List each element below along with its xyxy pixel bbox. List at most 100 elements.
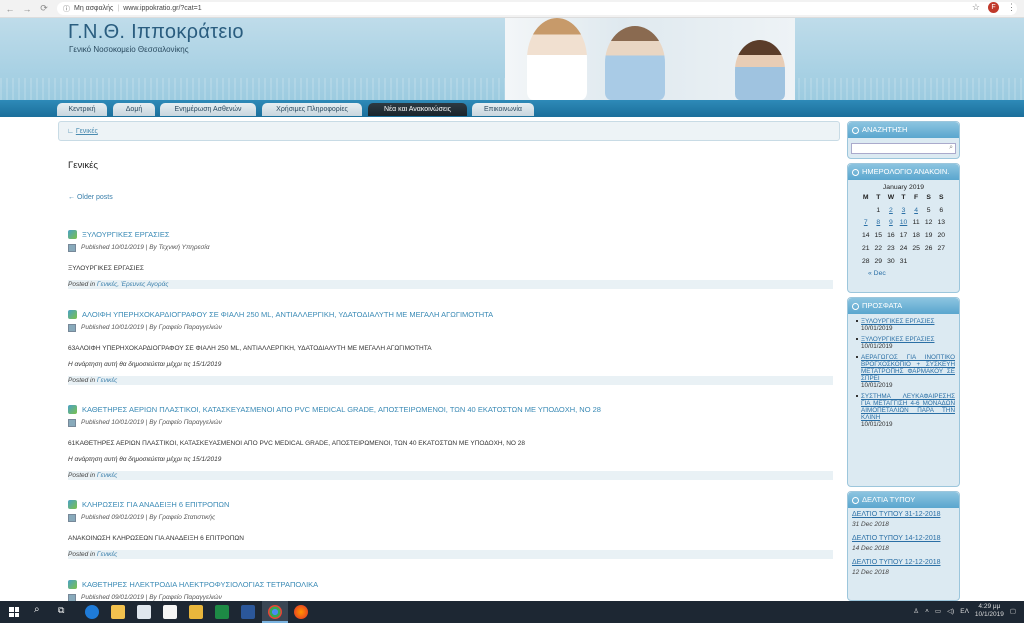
chrome-icon[interactable] [268,605,282,619]
post-categories[interactable]: Γενικές [97,472,117,479]
menu-item-contact[interactable]: Επικοινωνία [472,103,534,116]
calendar-icon [68,243,76,252]
store-icon[interactable] [163,605,177,619]
recent-item-date: 10/01/2019 [861,325,893,332]
calendar-day: 14 [861,232,870,240]
calendar-day: 11 [912,219,920,227]
post-icon [68,499,77,509]
press-item: ΔΕΛΤΙΟ ΤΥΠΟΥ 14-12-2018 14 Dec 2018 [848,532,959,556]
calendar-day: 27 [937,245,946,253]
calendar-day [910,255,923,268]
recent-item-link[interactable]: ΑΕΡΑΓΩΓΟΣ ΓΙΑ ΙΝΟΠΤΙΚΟ ΒΡΟΓΧΟΣΚΟΠΙΟ + ΣΥ… [861,354,955,382]
bookmark-star-icon[interactable]: ☆ [972,2,980,13]
notifications-icon[interactable]: ▢ [1010,607,1016,615]
language-indicator[interactable]: ΕΛ [960,608,969,615]
info-icon[interactable]: ⓘ [63,4,70,14]
word-icon[interactable] [241,605,255,619]
post-title[interactable]: ΚΑΘΕΤΗΡΕΣ ΗΛΕΚΤΡΟΔΙΑ ΗΛΕΚΤΡΟΦΥΣΙΟΛΟΓΙΑΣ … [82,580,318,589]
recent-widget-title: ΠΡΟΣΦΑΤΑ [862,301,903,310]
posted-in-label: Posted in [68,551,96,558]
calendar-day-link[interactable]: 10 [897,217,910,230]
menu-item-patient-info[interactable]: Ενημέρωση Ασθενών [160,103,256,116]
main-content: ∟ Γενικές Γενικές ← Older posts ΞΥΛΟΥΡΓΙ… [0,117,1024,602]
windows-start-icon[interactable] [9,607,19,617]
post-item: ΚΛΗΡΩΣΕΙΣ ΓΙΑ ΑΝΑΔΕΙΞΗ 6 ΕΠΙΤΡΟΠΩΝ Publi… [68,499,833,559]
calendar-weekday: M [862,193,869,201]
post-title[interactable]: ΚΛΗΡΩΣΕΙΣ ΓΙΑ ΑΝΑΔΕΙΞΗ 6 ΕΠΙΤΡΟΠΩΝ [82,500,229,509]
calendar-day-link[interactable]: 8 [872,217,885,230]
press-item-link[interactable]: ΔΕΛΤΙΟ ΤΥΠΟΥ 14-12-2018 [852,534,955,544]
widget-bullet-icon [852,302,859,310]
browser-toolbar: ← → ⟳ ⓘ Μη ασφαλής | www.ippokratio.gr/?… [0,0,1024,18]
posted-in-label: Posted in [68,472,96,479]
clock-date: 10/1/2019 [974,611,1004,618]
main-menu: Κεντρική Δομή Ενημέρωση Ασθενών Χρήσιμες… [0,100,1024,117]
post-title[interactable]: ΞΥΛΟΥΡΓΙΚΕΣ ΕΡΓΑΣΙΕΣ [82,230,170,239]
calendar-day-link[interactable]: 3 [897,204,910,217]
edge-icon[interactable] [85,605,99,619]
volume-icon[interactable]: ◁) [947,607,954,615]
address-bar[interactable]: ⓘ Μη ασφαλής | www.ippokratio.gr/?cat=1 [57,2,1017,15]
url-text: www.ippokratio.gr/?cat=1 [123,5,202,12]
reload-icon[interactable]: ⟳ [37,3,51,14]
post-item: ΞΥΛΟΥΡΓΙΚΕΣ ΕΡΓΑΣΙΕΣ Published 10/01/201… [68,229,833,289]
search-icon[interactable]: ⌕ [949,144,953,152]
recent-item-link[interactable]: ΞΥΛΟΥΡΓΙΚΕΣ ΕΡΓΑΣΙΕΣ [861,336,955,343]
older-posts-link[interactable]: ← Older posts [68,194,113,201]
recent-item-link[interactable]: ΞΥΛΟΥΡΓΙΚΕΣ ΕΡΓΑΣΙΕΣ [861,318,955,325]
file-explorer-icon[interactable] [111,605,125,619]
post-icon [68,309,77,319]
back-icon[interactable]: ← [3,4,17,14]
post-categories[interactable]: Γενικές [97,551,117,558]
site-title[interactable]: Γ.Ν.Θ. Ιπποκράτειο [68,21,244,44]
search-input[interactable]: ⌕ [851,143,956,154]
mail-icon[interactable] [137,605,151,619]
post-item: ΚΑΘΕΤΗΡΕΣ ΗΛΕΚΤΡΟΔΙΑ ΗΛΕΚΤΡΟΦΥΣΙΟΛΟΓΙΑΣ … [68,579,833,602]
menu-item-useful-info[interactable]: Χρήσιμες Πληροφορίες [262,103,362,116]
recent-item-link[interactable]: ΣΥΣΤΗΜΑ ΛΕΥΚΑΦΑΙΡΕΣΗΣ ΓΙΑ ΜΕΤΑΓΓΙΣΗ 4-6 … [861,393,955,421]
calendar-prev-link[interactable]: « Dec [848,268,959,277]
firefox-icon[interactable] [294,605,308,619]
people-icon[interactable]: ♙ [913,607,919,615]
calendar-widget-title: ΗΜΕΡΟΛΟΓΙΟ ΑΝΑΚΟΙΝ. [862,167,950,176]
post-title[interactable]: ΚΑΘΕΤΗΡΕΣ ΑΕΡΙΩΝ ΠΛΑΣΤΙΚΟΙ, ΚΑΤΑΣΚΕΥΑΣΜΕ… [82,405,601,414]
calendar-day-link[interactable]: 4 [910,204,923,217]
calendar-day: 18 [912,232,920,240]
menu-dots-icon[interactable]: ⋮ [1007,2,1016,13]
chevron-up-icon[interactable]: ˄ [925,608,929,615]
calendar: January 2019 MTWTFSS 1 2 3 4 5 6 7 8 9 10 11 12 13 14… [848,180,959,277]
recent-item-date: 10/01/2019 [861,343,893,350]
calendar-day-link[interactable]: 2 [885,204,898,217]
press-item-link[interactable]: ΔΕΛΤΙΟ ΤΥΠΟΥ 12-12-2018 [852,558,955,568]
calendar-day-link[interactable]: 9 [885,217,898,230]
calendar-day: 30 [887,257,895,265]
header-photo [505,18,795,100]
search-icon[interactable]: ⌕ [34,604,40,615]
calendar-day-link[interactable]: 7 [859,217,872,230]
menu-item-home[interactable]: Κεντρική [57,103,107,116]
menu-item-news[interactable]: Νέα και Ανακοινώσεις [368,103,467,116]
menu-item-structure[interactable]: Δομή [113,103,155,116]
posted-in-label: Posted in [68,377,96,384]
task-view-icon[interactable]: ⧉ [58,605,64,616]
breadcrumb-link[interactable]: Γενικές [76,128,98,135]
post-item: ΚΑΘΕΤΗΡΕΣ ΑΕΡΙΩΝ ΠΛΑΣΤΙΚΟΙ, ΚΑΤΑΣΚΕΥΑΣΜΕ… [68,404,833,480]
post-excerpt: ΞΥΛΟΥΡΓΙΚΕΣ ΕΡΓΑΣΙΕΣ [68,265,144,272]
folder-icon[interactable] [189,605,203,619]
post-categories[interactable]: Γενικές, Έρευνες Αγοράς [97,281,169,288]
post-item: ΑΛΟΙΦΗ ΥΠΕΡΗΧΟΚΑΡΔΙΟΓΡΑΦΟΥ ΣΕ ΦΙΑΛΗ 250 … [68,309,833,385]
excel-icon[interactable] [215,605,229,619]
post-published: Published 10/01/2019 [81,419,144,426]
network-icon[interactable]: ▭ [935,607,941,615]
post-title[interactable]: ΑΛΟΙΦΗ ΥΠΕΡΗΧΟΚΑΡΔΙΟΓΡΑΦΟΥ ΣΕ ΦΙΑΛΗ 250 … [82,310,493,319]
post-categories[interactable]: Γενικές [97,377,117,384]
recent-item-date: 10/01/2019 [861,382,893,389]
calendar-day: 31 [899,257,908,265]
press-item-link[interactable]: ΔΕΛΤΙΟ ΤΥΠΟΥ 31-12-2018 [852,510,955,520]
search-widget: ΑΝΑΖΗΤΗΣΗ ⌕ [847,121,960,159]
calendar-weekday: S [939,193,944,201]
profile-avatar[interactable]: F [988,2,999,13]
forward-icon[interactable]: → [20,4,34,14]
clock[interactable]: 4:29 μμ 10/1/2019 [975,603,1004,619]
calendar-table: MTWTFSS 1 2 3 4 5 6 7 8 9 10 11 12 13 14 15 16 17 18 19 20 2… [859,191,947,268]
